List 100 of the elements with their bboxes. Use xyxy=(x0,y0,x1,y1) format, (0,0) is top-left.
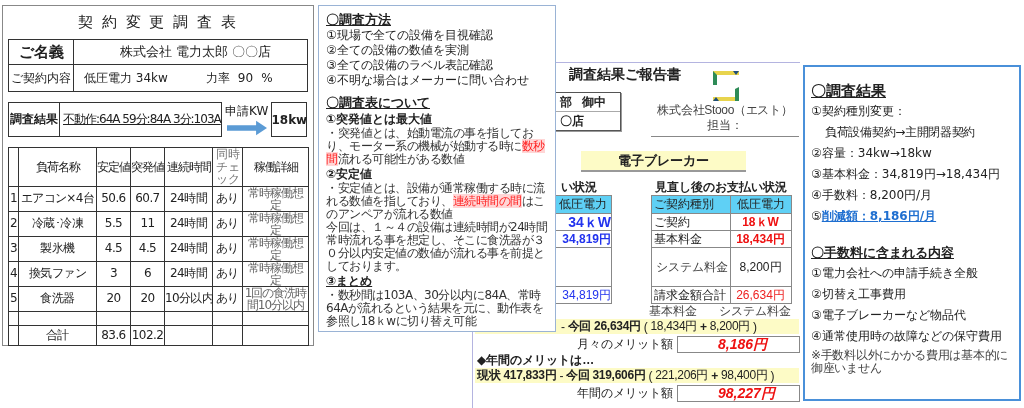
field-value: 株式会社 電力太郎 〇〇店 xyxy=(118,43,273,61)
section-banner: 電子ブレーカー xyxy=(581,151,746,172)
paragraph: ・数秒間は103A、30分以内に84A、常時64Aが流れるという結果を元に、動作表を参照し18ｋwに切り替え可能 xyxy=(326,289,545,328)
table-cell: あり xyxy=(212,261,243,286)
link-text[interactable]: 削減額：8,186円/月 xyxy=(821,209,937,223)
table-cell: 102.2 xyxy=(130,325,165,345)
calc-text: ) xyxy=(753,319,757,334)
table-cell: あり xyxy=(212,211,243,236)
calc-text: 221,206円 xyxy=(655,367,709,384)
calc-text: 18,434円 xyxy=(650,318,698,335)
table-cell: 低圧電力 xyxy=(555,195,611,213)
table-cell: ご契約 xyxy=(651,214,731,230)
table-cell: 4.5 xyxy=(130,236,165,261)
step-text: ③全ての設備のラベル表記確認 xyxy=(326,58,494,73)
table-cell: 製氷機 xyxy=(18,236,97,261)
arrow-icon xyxy=(226,120,267,136)
unit-label: % xyxy=(261,71,273,85)
table-cell: 6 xyxy=(130,261,165,286)
table-cell: 5.5 xyxy=(96,211,131,236)
table-cell: あり xyxy=(212,186,243,211)
merit-label: 月々のメリット額 xyxy=(576,335,674,353)
subheading: ③まとめ xyxy=(326,274,374,289)
sheet-title: 契 約 変 更 調 査 表 xyxy=(77,12,239,32)
section-heading: ◆年間のメリットは… xyxy=(477,353,596,368)
table-cell: 1回の食洗時間10分以内 xyxy=(242,286,309,311)
result-item: ②容量：34kw→18kw xyxy=(811,145,933,162)
table-cell: ご契約種別 xyxy=(651,196,731,213)
result-item: ④手数料：8,200円/月 xyxy=(811,187,934,204)
table-cell-text: 低圧電力 xyxy=(735,196,786,213)
table-cell: 常時稼働想定 xyxy=(242,261,309,286)
note-text: ※手数料以外にかかる費用は基本的に御座いません xyxy=(811,349,1009,375)
honorific-text: 御中 xyxy=(582,93,606,111)
table-cell: 2 xyxy=(8,211,19,236)
fee-item: ②切替え工事費用 xyxy=(811,286,907,303)
calc-text: ( xyxy=(648,368,653,383)
field-label: ご契約内容 xyxy=(9,65,74,91)
table-cell: 冷蔵･冷凍 xyxy=(18,211,97,236)
result-item: ③基本料金：34,819円→18,434円 xyxy=(811,166,1001,183)
column-label: 基本料金 xyxy=(649,304,697,319)
table-cell: 常時稼働想定 xyxy=(242,186,309,211)
table-cell: システム料金 xyxy=(651,248,731,286)
table-cell: 50.6 xyxy=(96,186,131,211)
arrow-label: 申請KW xyxy=(225,103,269,120)
calc-text: 319,606円 xyxy=(592,367,646,384)
paragraph: 今回は、１～４の設備は連続時間が24時間常時流れる事を想定し、そこに食洗器が３０分以内安定値の数値が流れる事を前提としております。 xyxy=(326,221,548,273)
column-header: 同時チェック xyxy=(212,147,243,186)
table-cell: 常時稼働想定 xyxy=(242,211,309,236)
result-detail: 負荷設備契約→主開閉器契約 xyxy=(824,124,977,141)
calc-text: 今回 xyxy=(566,367,590,384)
paragraph: ・安定値とは、設備が通常稼働する時に流れる数値を指しており、連続時間の間はこのアンペアが流れる数値 xyxy=(326,182,546,221)
section-heading: 〇手数料に含まれる内容 xyxy=(811,244,955,262)
calc-text: ) xyxy=(770,368,775,383)
column-header: 突発値 xyxy=(130,147,165,186)
column-header: 負荷名称 xyxy=(18,147,97,186)
calc-text: - xyxy=(559,368,564,383)
calc-text: + xyxy=(700,319,707,334)
table-cell-text: 18ｋW xyxy=(741,213,780,231)
calc-text: - xyxy=(561,319,565,334)
table-cell: 5 xyxy=(8,286,19,311)
table-cell: 24時間 xyxy=(164,186,213,211)
staff-label: 担当： xyxy=(707,118,743,133)
table-cell: 常時稼働想定 xyxy=(242,236,309,261)
table-cell: エアコン×4台 xyxy=(18,186,97,211)
table-cell: 基本料金 xyxy=(651,231,731,247)
calc-text: 98,400円 xyxy=(720,367,768,384)
merit-label: 年間のメリット額 xyxy=(576,384,674,402)
fee-item: ④通常使用時の故障などの保守費用 xyxy=(811,328,1003,345)
table-cell: 24時間 xyxy=(164,261,213,286)
table-cell: 24時間 xyxy=(164,236,213,261)
table-cell: 3 xyxy=(96,261,131,286)
calc-text: ( xyxy=(643,319,648,334)
section-heading: 〇調査方法 xyxy=(326,11,392,28)
section-heading: 〇調査結果 xyxy=(811,81,887,101)
step-text: ②全ての設備の数値を実測 xyxy=(326,43,470,58)
table-cell: 3 xyxy=(8,236,19,261)
result-item: ①契約種別変更： xyxy=(811,103,907,120)
paragraph: ・突発値とは、始動電流の事を指しており、モーター系の機械が始動する時に数秒間流れる可能性がある数値 xyxy=(326,127,546,166)
table-cell-text: 26,634円 xyxy=(735,286,786,304)
table-caption: 見直し後のお支払い状況 xyxy=(655,180,787,195)
store-text: 〇店 xyxy=(560,112,584,130)
table-cell: 4.5 xyxy=(96,236,131,261)
column-header: 安定値 xyxy=(96,147,131,186)
column-header: 連続時間 xyxy=(164,147,213,186)
fee-item: ③電子ブレーカーなど物品代 xyxy=(811,307,967,324)
table-cell: 4 xyxy=(8,261,19,286)
table-cell: 請求金額合計 xyxy=(651,287,731,303)
table-cell: 24時間 xyxy=(164,211,213,236)
subheading: ②安定値 xyxy=(326,167,374,182)
table-cell: あり xyxy=(212,236,243,261)
step-text: ④不明な場合はメーカーに問い合わせ xyxy=(326,73,530,88)
logo-icon xyxy=(711,69,741,103)
table-cell: 換気ファン xyxy=(18,261,97,286)
field-label: ご名義 xyxy=(9,40,74,64)
table-cell: 食洗器 xyxy=(18,286,97,311)
item-number: ⑤ xyxy=(811,209,822,223)
column-label: システム料金 xyxy=(719,304,791,319)
table-cell-text: 8,200円 xyxy=(738,258,783,276)
section-heading: 〇調査表について xyxy=(326,94,431,111)
field-value: 不動作:64A 59分:84A 3分:103A xyxy=(62,111,221,128)
table-caption: い状況 xyxy=(561,180,598,195)
